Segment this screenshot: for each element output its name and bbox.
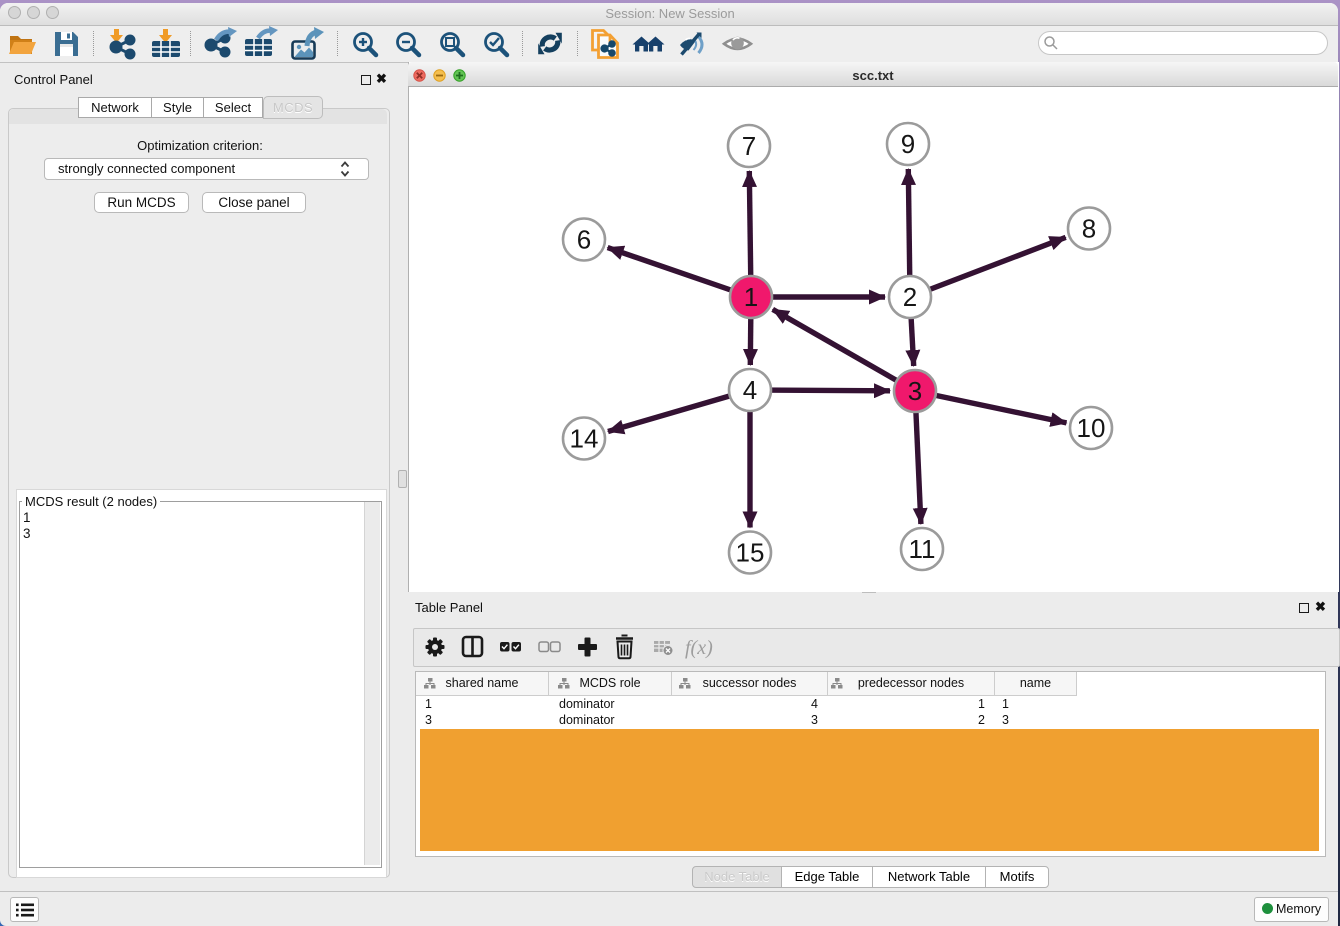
svg-text:3: 3 xyxy=(908,376,922,406)
svg-text:f(x): f(x) xyxy=(685,637,713,659)
svg-text:7: 7 xyxy=(742,131,756,161)
svg-text:9: 9 xyxy=(901,129,915,159)
svg-text:14: 14 xyxy=(570,424,599,454)
svg-text:2: 2 xyxy=(903,282,917,312)
svg-text:10: 10 xyxy=(1077,413,1106,443)
svg-text:1: 1 xyxy=(744,282,758,312)
svg-text:6: 6 xyxy=(577,225,591,255)
svg-text:4: 4 xyxy=(743,375,757,405)
svg-text:8: 8 xyxy=(1082,214,1096,244)
svg-text:15: 15 xyxy=(736,538,765,568)
svg-text:11: 11 xyxy=(909,534,936,564)
